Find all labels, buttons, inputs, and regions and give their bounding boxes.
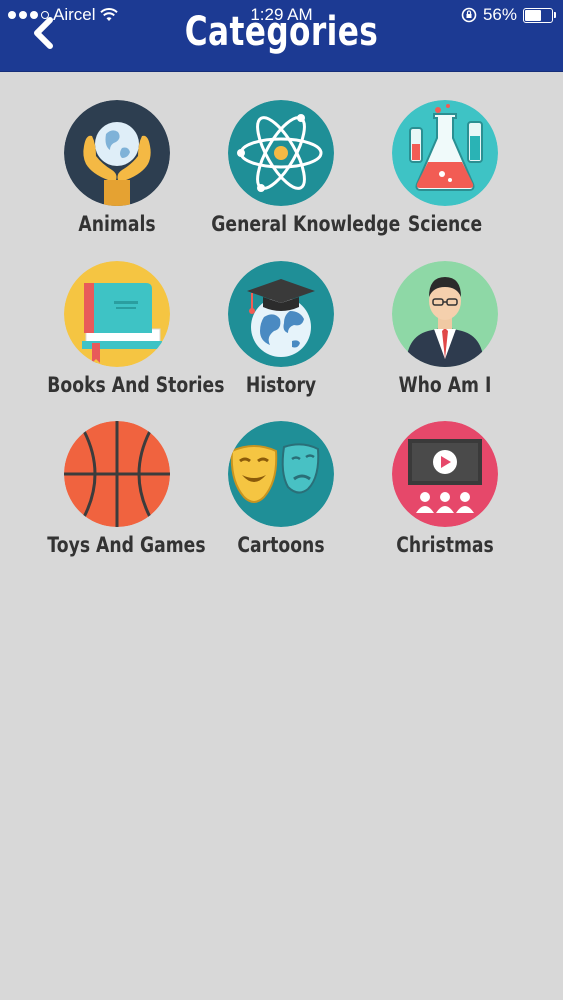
category-label: Toys And Games (47, 533, 206, 557)
category-label: Science (407, 212, 483, 236)
globe-graduation-cap-icon (228, 261, 334, 367)
basketball-icon (64, 421, 170, 527)
category-cartoons[interactable]: Cartoons (196, 421, 366, 557)
lab-flask-icon (392, 100, 498, 206)
theater-masks-icon (228, 421, 334, 527)
book-icon (64, 261, 170, 367)
category-animals[interactable]: Animals (32, 100, 202, 236)
category-christmas[interactable]: Christmas (360, 421, 530, 557)
category-label: Cartoons (237, 533, 325, 557)
back-button[interactable] (30, 16, 56, 50)
atom-icon (228, 100, 334, 206)
category-books-and-stories[interactable]: Books And Stories (32, 261, 225, 397)
category-label: Animals (78, 212, 156, 236)
category-label: Who Am I (398, 373, 492, 397)
category-label: General Knowledge (211, 212, 401, 236)
category-label: History (245, 373, 317, 397)
category-history[interactable]: History (196, 261, 366, 397)
category-label: Christmas (396, 533, 494, 557)
page-title: Categories (184, 9, 379, 55)
category-science[interactable]: Science (360, 100, 530, 236)
battery-icon (523, 7, 556, 23)
chevron-left-icon (34, 17, 53, 49)
businessman-icon (392, 261, 498, 367)
cinema-screen-icon (392, 421, 498, 527)
category-toys-and-games[interactable]: Toys And Games (32, 421, 206, 557)
category-general-knowledge[interactable]: General Knowledge (196, 100, 401, 236)
globe-in-hands-icon (64, 100, 170, 206)
header-bar: Aircel 1:29 AM 56% Categories (0, 0, 563, 71)
category-who-am-i[interactable]: Who Am I (360, 261, 530, 397)
category-label: Books And Stories (47, 373, 225, 397)
